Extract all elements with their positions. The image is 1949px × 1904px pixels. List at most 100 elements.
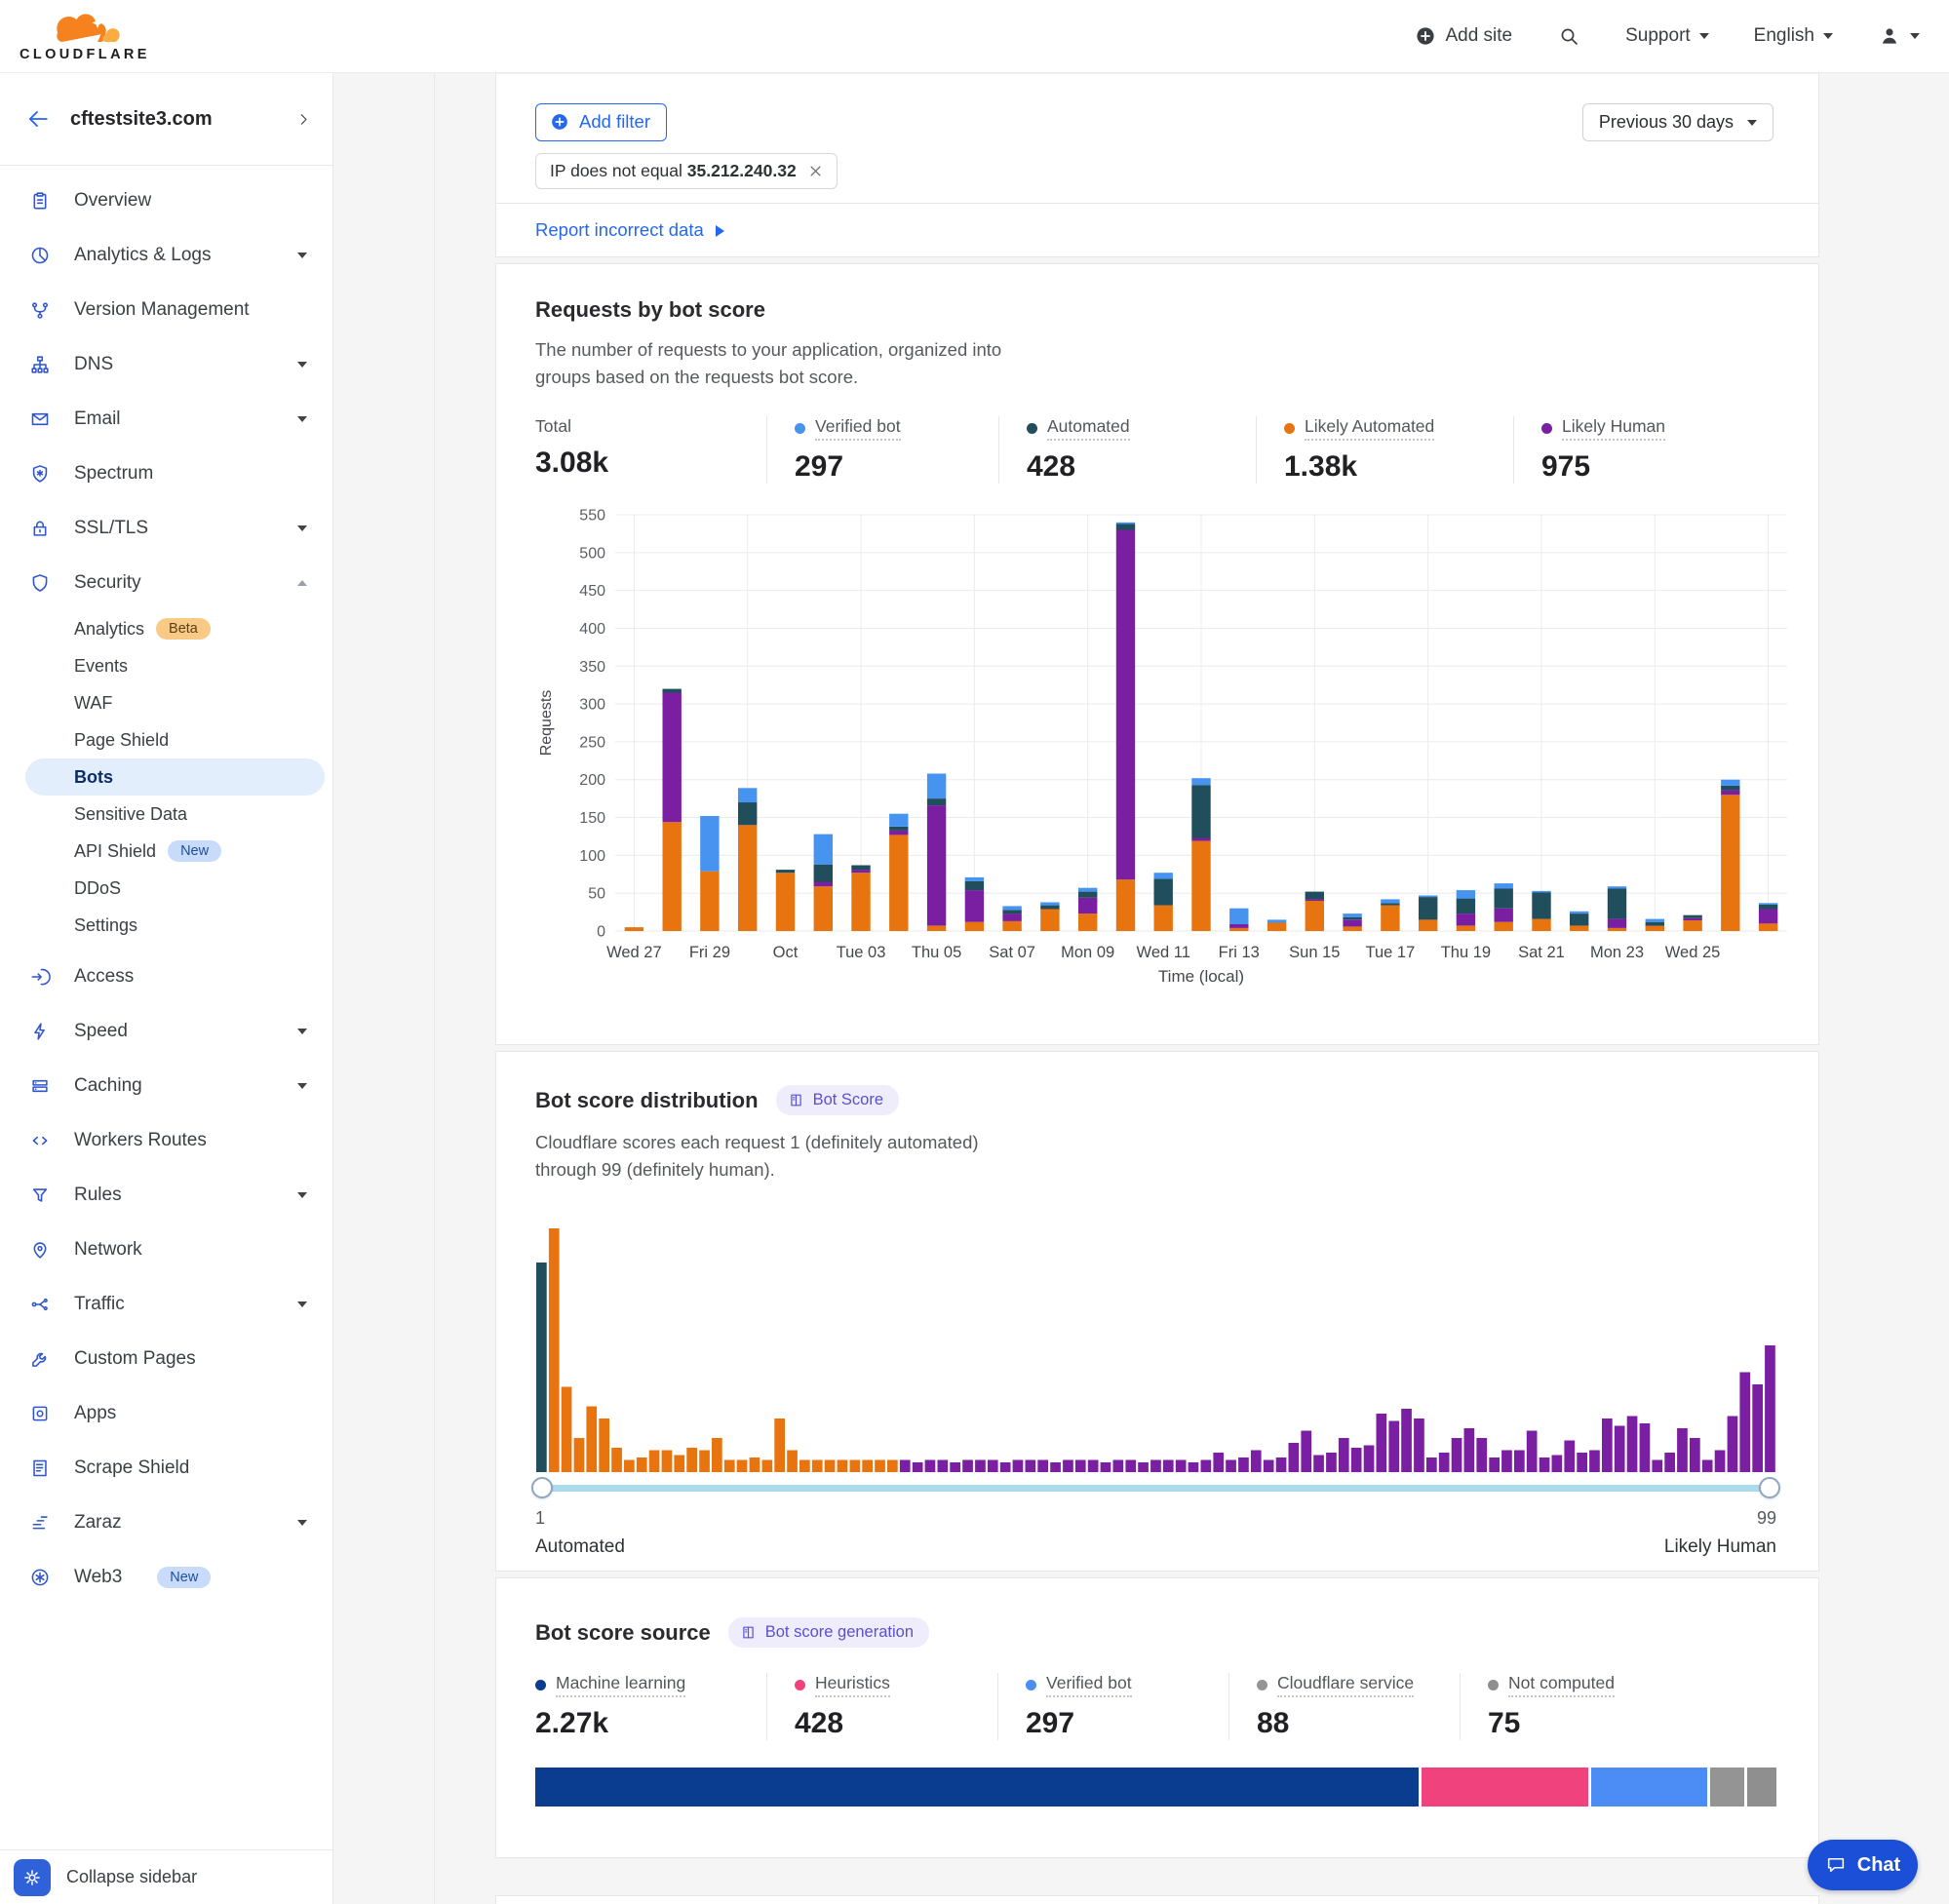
- sidebar-item-events[interactable]: Events: [0, 647, 332, 684]
- sidebar-item-page-shield[interactable]: Page Shield: [0, 721, 332, 758]
- source-segment-machine-learning: [535, 1768, 1419, 1807]
- report-incorrect-data-link[interactable]: Report incorrect data: [535, 219, 730, 241]
- svg-text:Wed 25: Wed 25: [1665, 944, 1721, 961]
- zaraz-icon: [29, 1512, 51, 1534]
- filter-chip[interactable]: IP does not equal 35.212.240.32: [535, 153, 838, 189]
- settings-gear-button[interactable]: [14, 1859, 51, 1896]
- web3-icon: [29, 1567, 51, 1588]
- svg-text:Mon 09: Mon 09: [1061, 944, 1114, 961]
- add-filter-label: Add filter: [579, 111, 650, 133]
- sidebar-item-label: DDoS: [74, 878, 121, 899]
- chevron-up-icon: [297, 575, 307, 586]
- bot-score-generation-badge[interactable]: Bot score generation: [728, 1617, 929, 1648]
- chevron-down-icon: [1910, 33, 1920, 44]
- sidebar-item-email[interactable]: Email: [0, 392, 332, 447]
- support-menu[interactable]: Support: [1625, 25, 1709, 47]
- sidebar-item-ssl-tls[interactable]: SSL/TLS: [0, 501, 332, 556]
- slider-handle-max[interactable]: [1759, 1477, 1780, 1498]
- filter-bar: Add filter IP does not equal 35.212.240.…: [495, 73, 1819, 204]
- app-icon: [29, 1403, 51, 1424]
- add-site-button[interactable]: Add site: [1415, 25, 1512, 47]
- document-icon: [29, 1457, 51, 1479]
- slider-track[interactable]: [535, 1485, 1776, 1492]
- shield-star-icon: [29, 463, 51, 485]
- site-selector[interactable]: cftestsite3.com: [0, 73, 332, 166]
- time-range-label: Previous 30 days: [1599, 112, 1734, 133]
- requests-by-bot-score-chart-svg: 050100150200250300350400450500550Wed 27F…: [535, 501, 1793, 993]
- sidebar-item-label: Zaraz: [74, 1512, 122, 1534]
- stat-value: 88: [1257, 1707, 1450, 1740]
- chevron-right-icon[interactable]: [296, 112, 311, 127]
- stat-not-computed: Not computed75: [1460, 1673, 1774, 1740]
- gear-icon: [21, 1867, 43, 1888]
- sidebar-item-version-management[interactable]: Version Management: [0, 283, 332, 337]
- chevron-down-icon: [297, 416, 307, 427]
- sidebar-item-overview[interactable]: Overview: [0, 174, 332, 228]
- sidebar-item-security[interactable]: Security: [0, 556, 332, 610]
- sidebar-item-waf[interactable]: WAF: [0, 684, 332, 721]
- svg-text:Sat 07: Sat 07: [989, 944, 1035, 961]
- report-link-label: Report incorrect data: [535, 219, 704, 241]
- stat-verified-bot: Verified bot297: [997, 1673, 1228, 1740]
- sidebar-item-sensitive-data[interactable]: Sensitive Data: [0, 796, 332, 833]
- time-range-dropdown[interactable]: Previous 30 days: [1582, 103, 1774, 141]
- sidebar-item-caching[interactable]: Caching: [0, 1059, 332, 1113]
- add-filter-button[interactable]: Add filter: [535, 103, 667, 141]
- sidebar-item-rules[interactable]: Rules: [0, 1168, 332, 1223]
- sidebar-item-network[interactable]: Network: [0, 1223, 332, 1277]
- sidebar-item-zaraz[interactable]: Zaraz: [0, 1496, 332, 1550]
- legend-dot-icon: [1284, 423, 1295, 434]
- back-arrow-icon[interactable]: [25, 106, 51, 132]
- sidebar-item-label: Sensitive Data: [74, 804, 187, 825]
- sidebar-item-bots[interactable]: Bots: [25, 758, 325, 796]
- card-title: Requests by bot score: [535, 297, 1774, 323]
- sidebar-item-security-analytics[interactable]: AnalyticsBeta: [0, 610, 332, 647]
- sidebar-item-access[interactable]: Access: [0, 950, 332, 1004]
- slider-max-label: 99: [1757, 1508, 1776, 1529]
- language-menu[interactable]: English: [1754, 25, 1833, 47]
- search-button[interactable]: [1557, 24, 1580, 48]
- sidebar-item-api-shield[interactable]: API ShieldNew: [0, 833, 332, 870]
- sidebar-item-workers-routes[interactable]: Workers Routes: [0, 1113, 332, 1168]
- svg-text:500: 500: [579, 545, 605, 562]
- account-menu[interactable]: [1878, 24, 1920, 48]
- pie-icon: [29, 245, 51, 266]
- slider-handle-min[interactable]: [531, 1477, 553, 1498]
- sidebar-item-label: Page Shield: [74, 730, 169, 751]
- sidebar-item-dns[interactable]: DNS: [0, 337, 332, 392]
- sidebar-item-custom-pages[interactable]: Custom Pages: [0, 1332, 332, 1386]
- stat-likely-human: Likely Human975: [1513, 416, 1774, 484]
- sidebar-item-label: SSL/TLS: [74, 518, 148, 539]
- sidebar-item-settings[interactable]: Settings: [0, 907, 332, 944]
- wrench-icon: [29, 1348, 51, 1370]
- source-segment-cloudflare-service: [1710, 1768, 1744, 1807]
- report-strip: Report incorrect data: [495, 204, 1819, 257]
- sidebar-item-scrape-shield[interactable]: Scrape Shield: [0, 1441, 332, 1496]
- chevron-down-icon: [1699, 33, 1709, 44]
- sidebar-item-speed[interactable]: Speed: [0, 1004, 332, 1059]
- sidebar-item-ddos[interactable]: DDoS: [0, 870, 332, 907]
- sidebar-item-label: Analytics: [74, 619, 144, 640]
- cloudflare-logo[interactable]: CLOUDFLARE: [19, 10, 150, 62]
- remove-filter-icon[interactable]: [808, 164, 823, 178]
- source-stats-row: Machine learning2.27kHeuristics428Verifi…: [535, 1673, 1774, 1740]
- source-segment-verified-bot: [1591, 1768, 1707, 1807]
- plus-circle-icon: [1415, 25, 1436, 47]
- stat-value: 3.08k: [535, 447, 757, 480]
- sidebar-item-web3[interactable]: Web3New: [0, 1550, 332, 1605]
- chat-button[interactable]: Chat: [1808, 1840, 1918, 1890]
- funnel-icon: [29, 1185, 51, 1206]
- stat-label: Not computed: [1508, 1673, 1615, 1697]
- sidebar-item-label: Caching: [74, 1075, 142, 1097]
- sidebar-item-apps[interactable]: Apps: [0, 1386, 332, 1441]
- sidebar-item-label: Analytics & Logs: [74, 245, 211, 266]
- sidebar-item-spectrum[interactable]: Spectrum: [0, 447, 332, 501]
- sidebar-item-traffic[interactable]: Traffic: [0, 1277, 332, 1332]
- stat-label: Cloudflare service: [1277, 1673, 1414, 1697]
- sidebar-item-label: Rules: [74, 1185, 122, 1206]
- bot-score-badge[interactable]: Bot Score: [776, 1085, 899, 1115]
- sidebar-footer: Collapse sidebar: [0, 1849, 332, 1904]
- sidebar-item-analytics-logs[interactable]: Analytics & Logs: [0, 228, 332, 283]
- collapse-sidebar-label[interactable]: Collapse sidebar: [66, 1867, 197, 1887]
- svg-text:250: 250: [579, 734, 605, 751]
